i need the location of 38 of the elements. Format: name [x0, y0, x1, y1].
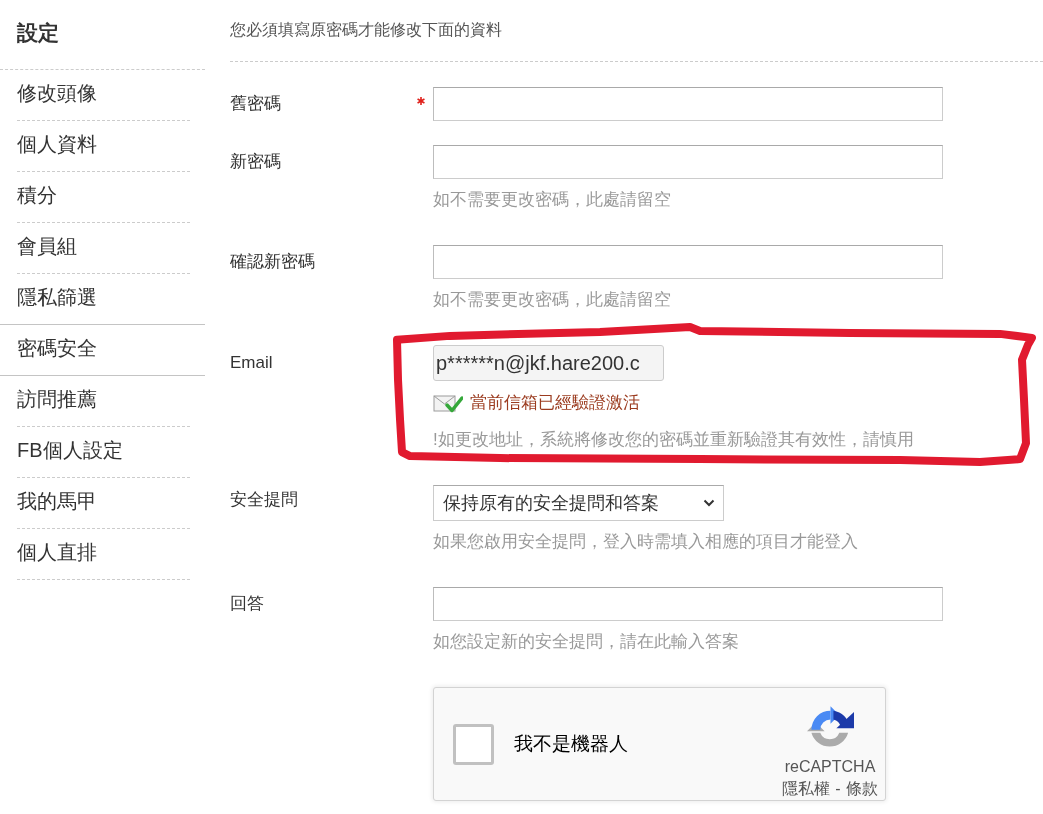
chevron-down-icon	[703, 499, 715, 507]
sidebar-link[interactable]: 個人資料	[17, 121, 190, 172]
field-label: 新密碼	[230, 151, 281, 173]
answer-field[interactable]	[433, 587, 943, 621]
sidebar-link[interactable]: 密碼安全	[0, 324, 205, 376]
sidebar-link[interactable]: 修改頭像	[17, 70, 190, 121]
hint-text: 如不需要更改密碼，此處請留空	[433, 189, 671, 211]
sidebar-title: 設定	[17, 21, 59, 44]
link-separator: -	[835, 780, 841, 798]
privacy-link[interactable]: 隱私權	[782, 780, 831, 798]
sidebar-link[interactable]: 隱私篩選	[17, 274, 190, 325]
sidebar-link[interactable]: FB個人設定	[17, 427, 190, 478]
password-field[interactable]	[433, 87, 943, 121]
hint-text: 如不需要更改密碼，此處請留空	[433, 289, 671, 311]
field-label: 確認新密碼	[230, 251, 315, 273]
email-field[interactable]: p******n@jkf.hare200.c	[433, 345, 664, 381]
sidebar-link[interactable]: 會員組	[17, 223, 190, 274]
sidebar-link[interactable]: 積分	[17, 172, 190, 223]
sidebar-link[interactable]: 個人直排	[17, 529, 190, 580]
hint-text: !如更改地址，系統將修改您的密碼並重新驗證其有效性，請慎用	[433, 429, 914, 451]
password-field[interactable]	[433, 245, 943, 279]
field-label: 安全提問	[230, 489, 298, 511]
captcha-label: 我不是機器人	[514, 732, 628, 756]
envelope-check-icon	[433, 393, 463, 413]
password-field[interactable]	[433, 145, 943, 179]
field-label: 舊密碼	[230, 93, 281, 115]
sidebar-link[interactable]: 訪問推薦	[17, 376, 190, 427]
field-label: Email	[230, 352, 273, 374]
form-notice: 您必須填寫原密碼才能修改下面的資料	[230, 21, 502, 38]
hint-text: 如您設定新的安全提問，請在此輸入答案	[433, 631, 739, 653]
question-select[interactable]: 保持原有的安全提問和答案	[433, 485, 724, 521]
hint-text: 如果您啟用安全提問，登入時需填入相應的項目才能登入	[433, 531, 858, 553]
captcha-checkbox[interactable]	[453, 723, 494, 765]
verified-status-text: 當前信箱已經驗證激活	[470, 392, 640, 414]
brand-text: reCAPTCHA	[784, 758, 876, 776]
field-label: 回答	[230, 593, 264, 615]
sidebar-link[interactable]: 我的馬甲	[17, 478, 190, 529]
terms-link[interactable]: 條款	[845, 780, 878, 798]
